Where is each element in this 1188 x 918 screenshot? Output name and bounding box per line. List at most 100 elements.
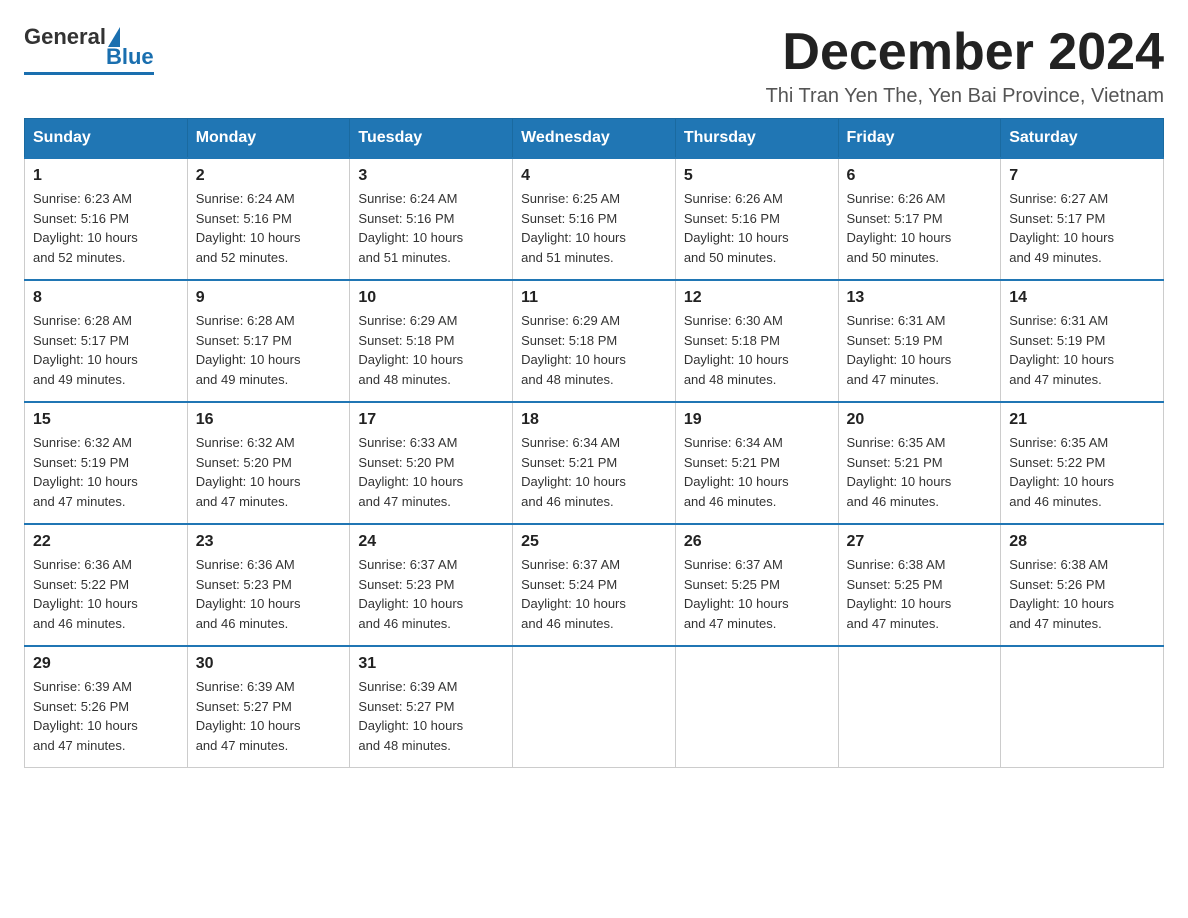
day-number: 28 bbox=[1009, 533, 1155, 551]
day-info: Sunrise: 6:38 AM Sunset: 5:26 PM Dayligh… bbox=[1009, 555, 1155, 633]
calendar-week-1: 1 Sunrise: 6:23 AM Sunset: 5:16 PM Dayli… bbox=[25, 158, 1164, 280]
day-number: 6 bbox=[847, 167, 993, 185]
calendar-cell: 5 Sunrise: 6:26 AM Sunset: 5:16 PM Dayli… bbox=[675, 158, 838, 280]
col-thursday: Thursday bbox=[675, 119, 838, 159]
day-number: 23 bbox=[196, 533, 342, 551]
day-number: 11 bbox=[521, 289, 667, 307]
day-info: Sunrise: 6:39 AM Sunset: 5:27 PM Dayligh… bbox=[196, 677, 342, 755]
day-number: 1 bbox=[33, 167, 179, 185]
calendar-cell: 23 Sunrise: 6:36 AM Sunset: 5:23 PM Dayl… bbox=[187, 524, 350, 646]
day-number: 24 bbox=[358, 533, 504, 551]
calendar-cell: 11 Sunrise: 6:29 AM Sunset: 5:18 PM Dayl… bbox=[513, 280, 676, 402]
calendar-cell: 21 Sunrise: 6:35 AM Sunset: 5:22 PM Dayl… bbox=[1001, 402, 1164, 524]
day-info: Sunrise: 6:31 AM Sunset: 5:19 PM Dayligh… bbox=[847, 311, 993, 389]
calendar-cell: 8 Sunrise: 6:28 AM Sunset: 5:17 PM Dayli… bbox=[25, 280, 188, 402]
day-number: 3 bbox=[358, 167, 504, 185]
calendar-cell: 3 Sunrise: 6:24 AM Sunset: 5:16 PM Dayli… bbox=[350, 158, 513, 280]
calendar-cell: 27 Sunrise: 6:38 AM Sunset: 5:25 PM Dayl… bbox=[838, 524, 1001, 646]
day-info: Sunrise: 6:39 AM Sunset: 5:26 PM Dayligh… bbox=[33, 677, 179, 755]
calendar-cell: 29 Sunrise: 6:39 AM Sunset: 5:26 PM Dayl… bbox=[25, 646, 188, 768]
day-info: Sunrise: 6:38 AM Sunset: 5:25 PM Dayligh… bbox=[847, 555, 993, 633]
calendar-cell: 10 Sunrise: 6:29 AM Sunset: 5:18 PM Dayl… bbox=[350, 280, 513, 402]
day-info: Sunrise: 6:28 AM Sunset: 5:17 PM Dayligh… bbox=[33, 311, 179, 389]
calendar-cell bbox=[1001, 646, 1164, 768]
day-info: Sunrise: 6:30 AM Sunset: 5:18 PM Dayligh… bbox=[684, 311, 830, 389]
day-info: Sunrise: 6:39 AM Sunset: 5:27 PM Dayligh… bbox=[358, 677, 504, 755]
day-info: Sunrise: 6:36 AM Sunset: 5:22 PM Dayligh… bbox=[33, 555, 179, 633]
page-header: General General Blue December 2024 Thi T… bbox=[24, 24, 1164, 108]
day-number: 12 bbox=[684, 289, 830, 307]
calendar-cell: 14 Sunrise: 6:31 AM Sunset: 5:19 PM Dayl… bbox=[1001, 280, 1164, 402]
calendar-cell: 12 Sunrise: 6:30 AM Sunset: 5:18 PM Dayl… bbox=[675, 280, 838, 402]
calendar-cell: 30 Sunrise: 6:39 AM Sunset: 5:27 PM Dayl… bbox=[187, 646, 350, 768]
day-number: 13 bbox=[847, 289, 993, 307]
calendar-cell: 28 Sunrise: 6:38 AM Sunset: 5:26 PM Dayl… bbox=[1001, 524, 1164, 646]
day-info: Sunrise: 6:35 AM Sunset: 5:21 PM Dayligh… bbox=[847, 433, 993, 511]
calendar-cell: 2 Sunrise: 6:24 AM Sunset: 5:16 PM Dayli… bbox=[187, 158, 350, 280]
day-info: Sunrise: 6:36 AM Sunset: 5:23 PM Dayligh… bbox=[196, 555, 342, 633]
col-wednesday: Wednesday bbox=[513, 119, 676, 159]
calendar-cell: 7 Sunrise: 6:27 AM Sunset: 5:17 PM Dayli… bbox=[1001, 158, 1164, 280]
col-saturday: Saturday bbox=[1001, 119, 1164, 159]
logo-underline bbox=[24, 72, 154, 75]
day-number: 19 bbox=[684, 411, 830, 429]
day-info: Sunrise: 6:29 AM Sunset: 5:18 PM Dayligh… bbox=[358, 311, 504, 389]
col-monday: Monday bbox=[187, 119, 350, 159]
day-number: 17 bbox=[358, 411, 504, 429]
calendar-cell: 9 Sunrise: 6:28 AM Sunset: 5:17 PM Dayli… bbox=[187, 280, 350, 402]
calendar-week-5: 29 Sunrise: 6:39 AM Sunset: 5:26 PM Dayl… bbox=[25, 646, 1164, 768]
day-info: Sunrise: 6:34 AM Sunset: 5:21 PM Dayligh… bbox=[521, 433, 667, 511]
day-number: 27 bbox=[847, 533, 993, 551]
day-number: 26 bbox=[684, 533, 830, 551]
month-title: December 2024 bbox=[766, 24, 1164, 81]
calendar-cell: 20 Sunrise: 6:35 AM Sunset: 5:21 PM Dayl… bbox=[838, 402, 1001, 524]
day-info: Sunrise: 6:33 AM Sunset: 5:20 PM Dayligh… bbox=[358, 433, 504, 511]
calendar-cell: 13 Sunrise: 6:31 AM Sunset: 5:19 PM Dayl… bbox=[838, 280, 1001, 402]
day-info: Sunrise: 6:24 AM Sunset: 5:16 PM Dayligh… bbox=[196, 189, 342, 267]
calendar-cell: 16 Sunrise: 6:32 AM Sunset: 5:20 PM Dayl… bbox=[187, 402, 350, 524]
day-info: Sunrise: 6:32 AM Sunset: 5:19 PM Dayligh… bbox=[33, 433, 179, 511]
day-number: 21 bbox=[1009, 411, 1155, 429]
calendar-cell: 17 Sunrise: 6:33 AM Sunset: 5:20 PM Dayl… bbox=[350, 402, 513, 524]
day-info: Sunrise: 6:26 AM Sunset: 5:17 PM Dayligh… bbox=[847, 189, 993, 267]
day-number: 8 bbox=[33, 289, 179, 307]
calendar-cell: 19 Sunrise: 6:34 AM Sunset: 5:21 PM Dayl… bbox=[675, 402, 838, 524]
calendar-cell bbox=[513, 646, 676, 768]
day-info: Sunrise: 6:23 AM Sunset: 5:16 PM Dayligh… bbox=[33, 189, 179, 267]
day-info: Sunrise: 6:32 AM Sunset: 5:20 PM Dayligh… bbox=[196, 433, 342, 511]
day-info: Sunrise: 6:34 AM Sunset: 5:21 PM Dayligh… bbox=[684, 433, 830, 511]
day-info: Sunrise: 6:27 AM Sunset: 5:17 PM Dayligh… bbox=[1009, 189, 1155, 267]
day-number: 29 bbox=[33, 655, 179, 673]
day-info: Sunrise: 6:37 AM Sunset: 5:23 PM Dayligh… bbox=[358, 555, 504, 633]
day-info: Sunrise: 6:24 AM Sunset: 5:16 PM Dayligh… bbox=[358, 189, 504, 267]
calendar-cell: 31 Sunrise: 6:39 AM Sunset: 5:27 PM Dayl… bbox=[350, 646, 513, 768]
title-block: December 2024 Thi Tran Yen The, Yen Bai … bbox=[766, 24, 1164, 108]
day-number: 31 bbox=[358, 655, 504, 673]
day-number: 22 bbox=[33, 533, 179, 551]
day-info: Sunrise: 6:31 AM Sunset: 5:19 PM Dayligh… bbox=[1009, 311, 1155, 389]
day-info: Sunrise: 6:28 AM Sunset: 5:17 PM Dayligh… bbox=[196, 311, 342, 389]
day-number: 30 bbox=[196, 655, 342, 673]
day-info: Sunrise: 6:37 AM Sunset: 5:25 PM Dayligh… bbox=[684, 555, 830, 633]
calendar-cell: 25 Sunrise: 6:37 AM Sunset: 5:24 PM Dayl… bbox=[513, 524, 676, 646]
day-number: 16 bbox=[196, 411, 342, 429]
calendar-cell: 15 Sunrise: 6:32 AM Sunset: 5:19 PM Dayl… bbox=[25, 402, 188, 524]
calendar-cell: 24 Sunrise: 6:37 AM Sunset: 5:23 PM Dayl… bbox=[350, 524, 513, 646]
day-number: 14 bbox=[1009, 289, 1155, 307]
calendar-cell: 6 Sunrise: 6:26 AM Sunset: 5:17 PM Dayli… bbox=[838, 158, 1001, 280]
day-number: 15 bbox=[33, 411, 179, 429]
location-title: Thi Tran Yen The, Yen Bai Province, Viet… bbox=[766, 85, 1164, 108]
day-number: 10 bbox=[358, 289, 504, 307]
day-number: 18 bbox=[521, 411, 667, 429]
calendar-cell: 18 Sunrise: 6:34 AM Sunset: 5:21 PM Dayl… bbox=[513, 402, 676, 524]
day-info: Sunrise: 6:35 AM Sunset: 5:22 PM Dayligh… bbox=[1009, 433, 1155, 511]
calendar-table: Sunday Monday Tuesday Wednesday Thursday… bbox=[24, 118, 1164, 768]
calendar-week-3: 15 Sunrise: 6:32 AM Sunset: 5:19 PM Dayl… bbox=[25, 402, 1164, 524]
day-number: 25 bbox=[521, 533, 667, 551]
day-number: 9 bbox=[196, 289, 342, 307]
calendar-cell: 26 Sunrise: 6:37 AM Sunset: 5:25 PM Dayl… bbox=[675, 524, 838, 646]
calendar-week-2: 8 Sunrise: 6:28 AM Sunset: 5:17 PM Dayli… bbox=[25, 280, 1164, 402]
calendar-cell bbox=[838, 646, 1001, 768]
calendar-cell: 22 Sunrise: 6:36 AM Sunset: 5:22 PM Dayl… bbox=[25, 524, 188, 646]
logo-blue: Blue bbox=[106, 44, 154, 70]
